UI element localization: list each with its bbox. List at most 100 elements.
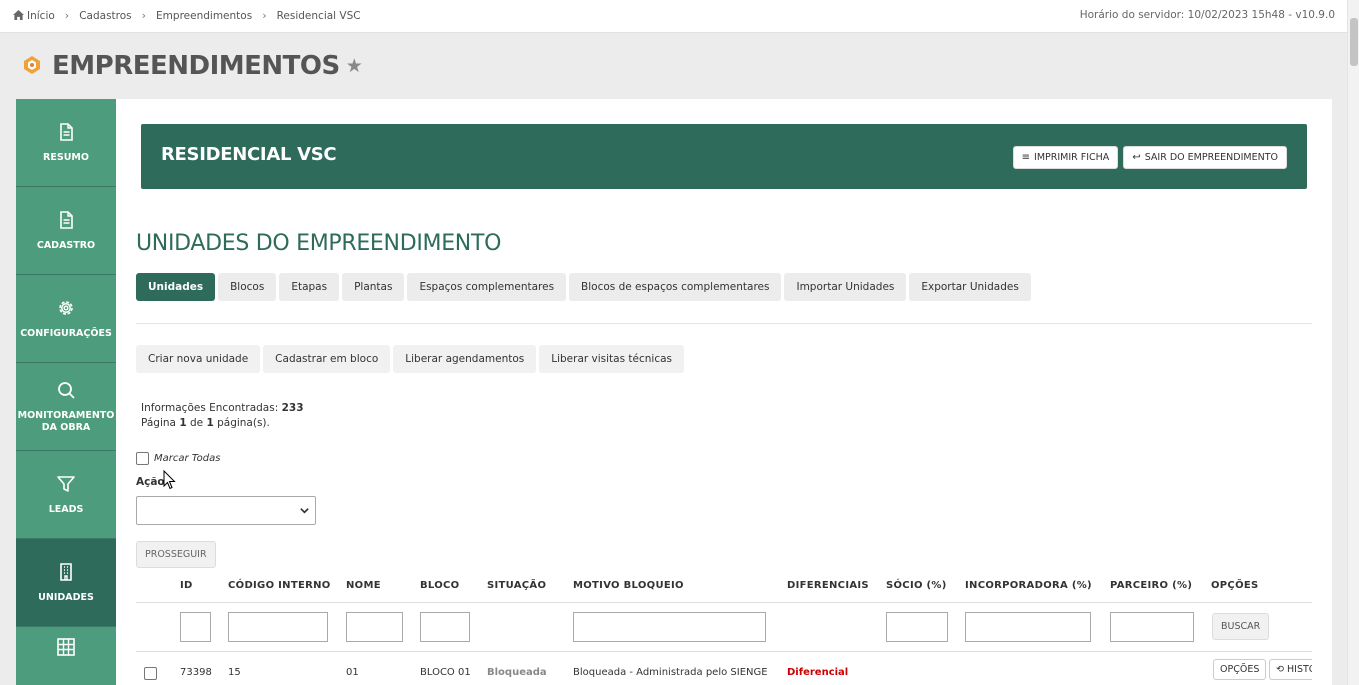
tab-unidades[interactable]: Unidades [136,273,216,301]
sidebar-item-resumo[interactable]: RESUMO [16,99,116,187]
filter-bloco-input[interactable] [420,612,470,642]
filter-motivo-input[interactable] [573,612,766,642]
col-id[interactable]: ID [180,580,193,591]
col-motivo-bloqueio[interactable]: MOTIVO BLOQUEIO [573,580,684,591]
bulk-register-button[interactable]: Cadastrar em bloco [263,345,391,373]
cell-diferenciais: Diferencial [787,667,849,678]
page-suffix: página(s). [217,417,270,429]
cell-bloco: BLOCO 01 [420,667,471,678]
page-prefix: Página [141,417,176,429]
tab-espacos-complementares[interactable]: Espaços complementares [407,273,567,301]
cell-nome: 01 [346,667,359,678]
mark-all-checkbox[interactable] [136,452,149,465]
sidebar-item-monitoramento[interactable]: MONITORAMENTO DA OBRA [16,363,116,451]
action-buttons: Criar nova unidade Cadastrar em bloco Li… [136,345,685,373]
filter-socio-input[interactable] [886,612,948,642]
tab-blocos-espacos-complementares[interactable]: Blocos de espaços complementares [569,273,782,301]
col-situacao[interactable]: SITUAÇÃO [487,580,546,591]
filter-row: BUSCAR [136,604,1312,652]
results-info: Informações Encontradas: 233 Página 1 de… [141,401,304,431]
project-banner: RESIDENCIAL VSC ≡ IMPRIMIR FICHA ↩ SAIR … [141,124,1307,189]
cell-motivo: Bloqueada - Administrada pelo SIENGE [573,667,768,678]
action-select[interactable] [136,496,316,525]
exit-project-button[interactable]: ↩ SAIR DO EMPREENDIMENTO [1123,146,1287,169]
page-total: 1 [206,417,214,429]
document-icon [60,210,73,229]
row-history-button[interactable]: ⟲ HISTÓ [1269,659,1312,680]
sidebar-item-label: RESUMO [43,151,89,163]
breadcrumb-home-label: Início [27,9,55,22]
table-row: 73398 15 01 BLOCO 01 Bloqueada Bloqueada… [136,653,1312,685]
col-diferenciais[interactable]: DIFERENCIAIS [787,580,869,591]
action-label: Ação [136,476,165,488]
breadcrumb-empreendimentos[interactable]: Empreendimentos [156,10,252,22]
filter-codigo-input[interactable] [228,612,328,642]
top-bar: Início › Cadastros › Empreendimentos › R… [0,0,1347,33]
cell-situacao: Bloqueada [487,667,547,678]
filter-parceiro-input[interactable] [1110,612,1194,642]
sidebar-item-label: MONITORAMENTO DA OBRA [17,409,115,433]
server-time: Horário do servidor: 10/02/2023 15h48 - … [1079,9,1335,21]
page-title: EMPREENDIMENTOS [52,51,340,81]
row-checkbox[interactable] [144,667,157,680]
breadcrumb-cadastros[interactable]: Cadastros [79,10,131,22]
chevron-right-icon: › [141,9,147,22]
filter-nome-input[interactable] [346,612,403,642]
sidebar-item-label: CONFIGURAÇÕES [20,327,112,339]
section-title: UNIDADES DO EMPREENDIMENTO [136,231,502,256]
sidebar-item-grid[interactable] [16,627,116,685]
table-header: ID CÓDIGO INTERNO NOME BLOCO SITUAÇÃO MO… [136,575,1312,603]
sidebar-item-cadastro[interactable]: CADASTRO [16,187,116,275]
tab-plantas[interactable]: Plantas [342,273,405,301]
funnel-icon [57,475,75,492]
page-header: EMPREENDIMENTOS ★ [20,51,363,81]
print-sheet-button[interactable]: ≡ IMPRIMIR FICHA [1012,146,1119,169]
exit-project-label: SAIR DO EMPREENDIMENTO [1144,152,1278,163]
col-bloco[interactable]: BLOCO [420,580,459,591]
proceed-button[interactable]: PROSSEGUIR [136,541,216,568]
col-nome[interactable]: NOME [346,580,381,591]
mark-all[interactable]: Marcar Todas [136,452,220,465]
tab-etapas[interactable]: Etapas [279,273,340,301]
breadcrumb-home[interactable]: Início [13,9,55,22]
filter-id-input[interactable] [180,612,211,642]
col-incorporadora[interactable]: INCORPORADORA (%) [965,580,1092,591]
project-title: RESIDENCIAL VSC [161,144,337,165]
search-icon [58,381,75,399]
tab-importar-unidades[interactable]: Importar Unidades [784,273,907,301]
page-scrollbar[interactable] [1347,0,1359,685]
col-socio[interactable]: SÓCIO (%) [886,580,947,591]
create-unit-button[interactable]: Criar nova unidade [136,345,261,373]
release-schedules-button[interactable]: Liberar agendamentos [393,345,537,373]
col-opcoes: OPÇÕES [1211,580,1259,591]
release-technical-visits-button[interactable]: Liberar visitas técnicas [539,345,685,373]
chevron-right-icon: › [262,9,267,22]
sidebar-item-leads[interactable]: LEADS [16,451,116,539]
tab-blocos[interactable]: Blocos [218,273,277,301]
document-icon [60,122,73,141]
sidebar: RESUMO CADASTRO CONFIGURAÇÕES MONITORAME… [16,99,116,685]
search-button[interactable]: BUSCAR [1212,613,1270,640]
breadcrumb: Início › Cadastros › Empreendimentos › R… [13,9,361,22]
sidebar-item-label: CADASTRO [36,239,96,251]
history-icon: ⟲ [1276,664,1284,675]
cell-id: 73398 [180,667,212,678]
star-icon[interactable]: ★ [346,55,363,77]
filter-incorporadora-input[interactable] [965,612,1091,642]
sidebar-item-label: UNIDADES [38,591,94,603]
page-of: de [189,417,204,429]
tab-exportar-unidades[interactable]: Exportar Unidades [909,273,1031,301]
grid-icon [57,638,75,656]
col-parceiro[interactable]: PARCEIRO (%) [1110,580,1192,591]
sidebar-item-configuracoes[interactable]: CONFIGURAÇÕES [16,275,116,363]
col-codigo-interno[interactable]: CÓDIGO INTERNO [228,580,331,591]
sidebar-item-label: LEADS [48,503,84,515]
building-hand-icon [24,56,40,74]
sidebar-item-unidades[interactable]: UNIDADES [16,539,116,627]
row-history-label: HISTÓ [1287,664,1312,675]
row-options-button[interactable]: OPÇÕES [1213,659,1267,680]
scrollbar-thumb[interactable] [1350,18,1358,66]
building-icon [60,562,72,581]
page-current: 1 [179,417,187,429]
reply-icon: ↩ [1132,152,1141,163]
